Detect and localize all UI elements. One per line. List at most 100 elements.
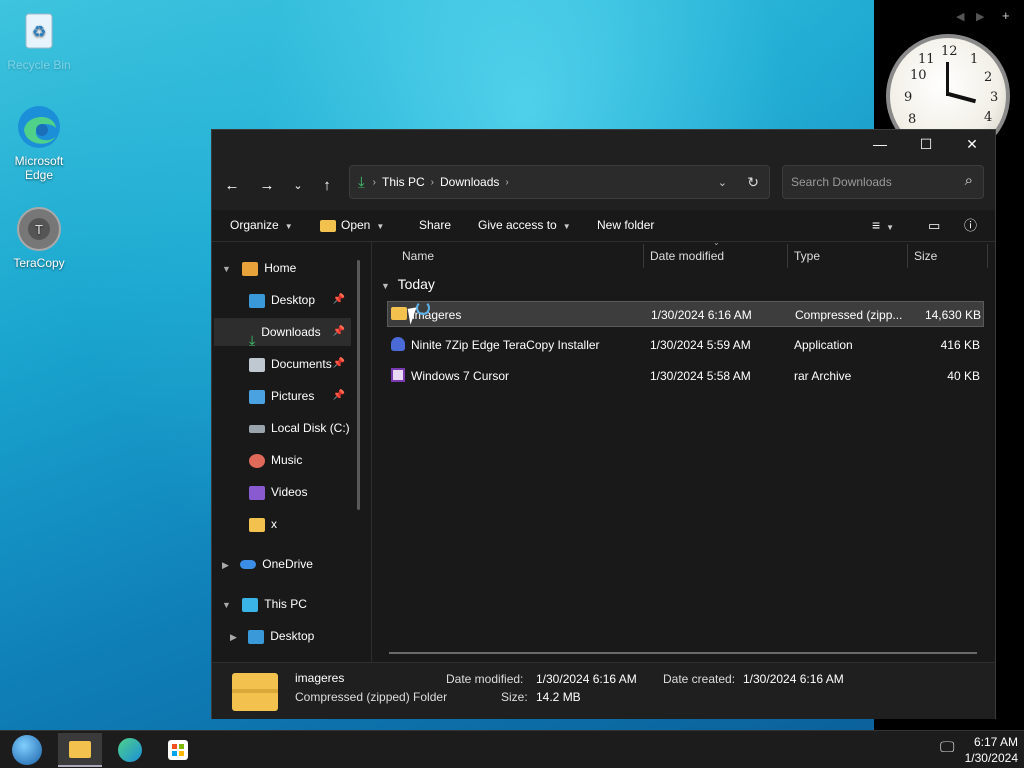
nav-videos[interactable]: Videos: [214, 478, 307, 506]
nav-downloads[interactable]: ⤓ Downloads 📌: [214, 318, 351, 348]
breadcrumb-downloads[interactable]: Downloads: [440, 175, 499, 189]
details-date-created-label: Date created:: [663, 672, 736, 686]
preview-pane-icon[interactable]: ▭: [928, 210, 940, 241]
gadget-prev-icon[interactable]: ◀: [956, 10, 964, 23]
taskbar-edge[interactable]: [108, 733, 152, 767]
recycle-bin-icon: ♻: [16, 8, 62, 54]
nav-local-disk[interactable]: Local Disk (C:): [214, 414, 350, 442]
maximize-button[interactable]: ☐: [903, 130, 949, 160]
breadcrumb-this-pc[interactable]: This PC: [382, 175, 425, 189]
search-icon[interactable]: ⌕: [965, 172, 973, 189]
clock-number: 3: [990, 90, 999, 105]
store-tile: [172, 751, 177, 756]
search-placeholder: Search Downloads: [791, 175, 892, 189]
nav-label: Desktop: [271, 293, 316, 307]
close-button[interactable]: ✕: [949, 130, 995, 160]
column-divider[interactable]: [907, 244, 908, 268]
details-date-created: 1/30/2024 6:16 AM: [743, 672, 844, 686]
details-size: 14.2 MB: [536, 690, 581, 704]
network-icon[interactable]: 🖵: [940, 739, 954, 756]
music-icon: [249, 453, 265, 468]
file-row-windows-7-cursor[interactable]: Windows 7 Cursor 1/30/2024 5:58 AM rar A…: [387, 363, 984, 389]
system-clock[interactable]: 6:17 AM 1/30/2024: [965, 734, 1018, 766]
nav-documents[interactable]: Documents 📌: [214, 350, 351, 378]
column-name[interactable]: Name: [402, 242, 434, 270]
desktop-icon-recycle-bin[interactable]: ♻ Recycle Bin: [4, 8, 74, 72]
details-size-label: Size:: [501, 690, 528, 704]
recent-locations-icon[interactable]: ⌄: [284, 172, 312, 200]
new-folder-button[interactable]: New folder: [597, 210, 654, 241]
column-size[interactable]: Size: [914, 242, 937, 270]
view-options-icon[interactable]: ≡ ▼: [872, 210, 894, 241]
column-divider[interactable]: [643, 244, 644, 268]
nav-label: This PC: [264, 597, 307, 611]
share-button[interactable]: Share: [419, 210, 451, 241]
column-divider[interactable]: [987, 244, 988, 268]
nav-this-pc-desktop[interactable]: ▶ Desktop: [230, 622, 314, 650]
file-row-ninite[interactable]: Ninite 7Zip Edge TeraCopy Installer 1/30…: [387, 332, 984, 358]
file-row-imageres[interactable]: imageres 1/30/2024 6:16 AM Compressed (z…: [387, 301, 984, 327]
nav-pictures[interactable]: Pictures 📌: [214, 382, 351, 410]
gadget-add-icon[interactable]: +: [1002, 8, 1010, 23]
nav-label: Videos: [271, 485, 308, 499]
search-input[interactable]: Search Downloads ⌕: [782, 165, 984, 199]
navigation-pane: ▼ Home Desktop 📌 ⤓ Downloads 📌 Documents 📌 P…: [212, 242, 372, 662]
up-icon[interactable]: ↑: [313, 172, 341, 200]
group-header[interactable]: ▼ Today: [381, 276, 435, 292]
clock-number: 8: [908, 112, 917, 127]
pin-icon: 📌: [332, 294, 345, 305]
drive-icon: [249, 424, 265, 433]
minimize-button[interactable]: —: [857, 130, 903, 160]
address-dropdown-icon[interactable]: ⌄: [718, 176, 727, 189]
nav-this-pc[interactable]: ▼ This PC: [222, 590, 307, 618]
zip-folder-large-icon: [232, 673, 278, 711]
gadget-next-icon[interactable]: ▶: [976, 10, 984, 23]
nav-music[interactable]: Music: [214, 446, 302, 474]
address-row: ← → ⌄ ↑ ⤓ › This PC › Downloads › ⌄ ↻ Se…: [212, 160, 995, 210]
title-bar[interactable]: — ☐ ✕: [212, 130, 995, 160]
taskbar-store[interactable]: [156, 733, 200, 767]
clock-number: 1: [970, 52, 979, 67]
zip-folder-icon: [391, 307, 407, 320]
taskbar-file-explorer[interactable]: [58, 733, 102, 767]
desktop-icon-teracopy[interactable]: T TeraCopy: [4, 206, 74, 270]
back-icon[interactable]: ←: [218, 172, 246, 200]
open-label: Open: [341, 218, 371, 232]
pin-icon: 📌: [332, 326, 345, 337]
forward-icon[interactable]: →: [253, 172, 281, 200]
folder-icon: [320, 219, 336, 232]
zip-band: [232, 689, 278, 693]
pictures-icon: [249, 389, 265, 404]
edge-icon: [118, 738, 142, 762]
nav-desktop[interactable]: Desktop 📌: [214, 286, 351, 314]
details-date-modified: 1/30/2024 6:16 AM: [536, 672, 637, 686]
clock-number: 2: [984, 70, 993, 85]
refresh-icon[interactable]: ↻: [747, 174, 759, 191]
svg-text:T: T: [35, 222, 43, 237]
nav-folder-x[interactable]: x: [214, 510, 277, 538]
open-button[interactable]: Open ▼: [320, 210, 384, 241]
breadcrumb-separator-icon: ›: [372, 176, 376, 188]
start-button[interactable]: [6, 733, 50, 767]
chevron-down-icon: ▼: [222, 264, 231, 274]
organize-button[interactable]: Organize ▼: [230, 210, 293, 241]
column-divider[interactable]: [787, 244, 788, 268]
chevron-down-icon: ▼: [376, 222, 385, 231]
column-type[interactable]: Type: [794, 242, 820, 270]
chevron-right-icon: ▶: [222, 560, 229, 570]
file-date: 1/30/2024 6:16 AM: [651, 308, 752, 322]
address-bar[interactable]: ⤓ › This PC › Downloads › ⌄ ↻: [349, 165, 770, 199]
folder-icon: [69, 741, 91, 758]
give-access-button[interactable]: Give access to ▼: [478, 210, 571, 241]
nav-label: x: [271, 517, 277, 531]
chevron-down-icon: ▼: [562, 222, 571, 231]
clock-time: 6:17 AM: [973, 735, 1018, 749]
help-icon[interactable]: ⓘ: [964, 210, 977, 241]
nav-label: Music: [271, 453, 303, 467]
desktop-icon-edge[interactable]: Microsoft Edge: [4, 104, 74, 182]
nav-home[interactable]: ▼ Home: [222, 254, 296, 282]
nav-onedrive[interactable]: ▶ OneDrive: [222, 550, 313, 578]
nav-scrollbar[interactable]: [357, 260, 360, 510]
breadcrumb-separator-icon[interactable]: ›: [505, 177, 508, 188]
horizontal-scrollbar[interactable]: [389, 652, 977, 654]
